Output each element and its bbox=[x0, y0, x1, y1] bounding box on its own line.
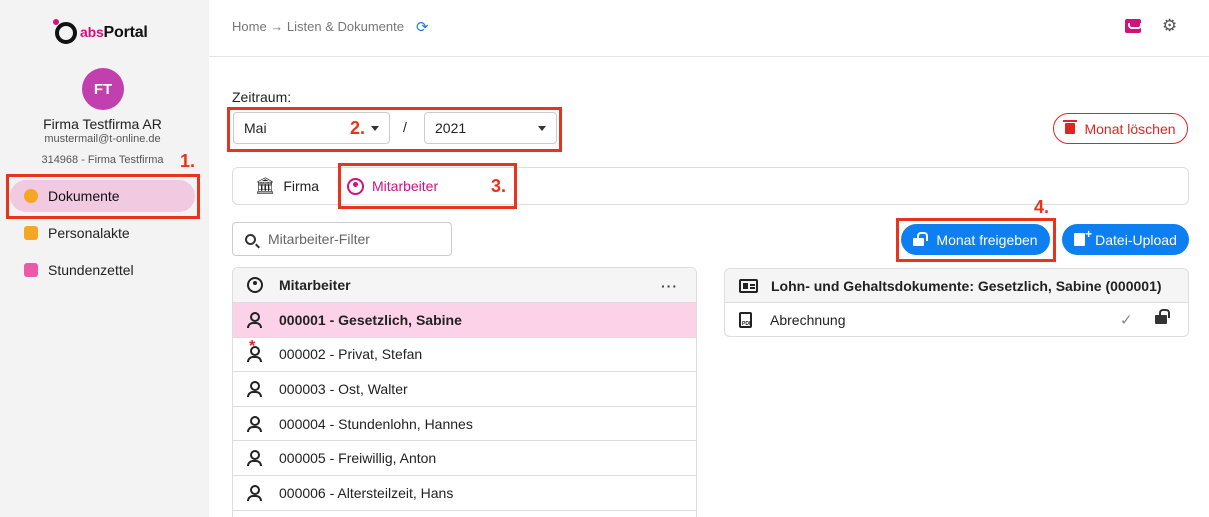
user-email: mustermail@t-online.de bbox=[44, 133, 161, 145]
search-icon bbox=[245, 233, 256, 245]
annotation-step-2: 2. bbox=[350, 118, 366, 138]
employee-name: 000005 - Freiwillig, Anton bbox=[279, 450, 437, 467]
table-row[interactable]: 000006 - Altersteilzeit, Hans bbox=[233, 476, 696, 511]
employee-name: 000001 - Gesetzlich, Sabine bbox=[279, 311, 462, 328]
tab-label: Firma bbox=[283, 178, 320, 194]
annotation-step-4: 4. bbox=[1034, 197, 1050, 217]
release-month-label: Monat freigeben bbox=[936, 231, 1038, 248]
year-value: 2021 bbox=[435, 120, 467, 136]
filter-placeholder: Mitarbeiter-Filter bbox=[268, 231, 370, 247]
company-name: Firma Testfirma AR bbox=[43, 116, 162, 132]
logo-text: absPortal bbox=[80, 24, 148, 42]
breadcrumb[interactable]: Home → Listen & Dokumente bbox=[232, 19, 404, 34]
annotation-step-3: 3. bbox=[491, 176, 507, 196]
person-icon: * bbox=[247, 338, 262, 363]
sidebar-item-label: Dokumente bbox=[48, 188, 120, 204]
table-row[interactable]: 000001 - Gesetzlich, Sabine bbox=[233, 303, 696, 338]
documents-panel: Lohn- und Gehaltsdokumente: Gesetzlich, … bbox=[724, 268, 1189, 337]
tab-label: Mitarbeiter bbox=[372, 178, 439, 194]
user-circle-icon bbox=[347, 177, 364, 195]
required-marker-icon: * bbox=[249, 338, 256, 356]
bank-icon: 🏛 bbox=[255, 178, 276, 195]
app-logo[interactable]: absPortal bbox=[53, 19, 148, 46]
employee-list-title: Mitarbeiter bbox=[279, 277, 351, 293]
documents-title: Lohn- und Gehaltsdokumente: Gesetzlich, … bbox=[771, 277, 1162, 294]
sidebar-item-stundenzettel[interactable]: Stundenzettel bbox=[10, 254, 195, 286]
document-row[interactable]: Abrechnung ✓ bbox=[725, 303, 1188, 336]
sidebar-item-dokumente[interactable]: Dokumente bbox=[10, 180, 195, 212]
gear-icon[interactable]: ⚙ bbox=[1162, 16, 1177, 36]
client-id: 314968 - Firma Testfirma bbox=[41, 154, 164, 166]
briefcase-icon bbox=[24, 226, 38, 240]
employee-list: Mitarbeiter ··· 000001 - Gesetzlich, Sab… bbox=[232, 267, 697, 517]
table-row[interactable]: 000005 - Freiwillig, Anton bbox=[233, 441, 696, 476]
documents-header: Lohn- und Gehaltsdokumente: Gesetzlich, … bbox=[725, 269, 1188, 303]
delete-month-button[interactable]: Monat löschen bbox=[1053, 113, 1188, 144]
more-options-icon[interactable]: ··· bbox=[661, 278, 678, 294]
employee-name: 000006 - Altersteilzeit, Hans bbox=[279, 484, 454, 501]
person-icon bbox=[247, 415, 262, 432]
annotation-step-1: 1. bbox=[180, 151, 196, 171]
tab-firma[interactable]: 🏛 Firma bbox=[255, 168, 319, 204]
period-label: Zeitraum: bbox=[232, 89, 292, 105]
logo-portal: Portal bbox=[103, 24, 148, 41]
person-icon bbox=[247, 380, 262, 397]
year-select[interactable]: 2021 bbox=[424, 112, 557, 144]
sidebar: absPortal FT Firma Testfirma AR musterma… bbox=[0, 0, 209, 517]
period-separator: / bbox=[403, 119, 407, 135]
logo-abs: abs bbox=[80, 24, 104, 40]
tab-mitarbeiter[interactable]: Mitarbeiter bbox=[347, 168, 438, 204]
avatar[interactable]: FT bbox=[82, 68, 124, 110]
table-row[interactable]: * 000002 - Privat, Stefan bbox=[233, 338, 696, 373]
table-row[interactable]: 000004 - Stundenlohn, Hannes bbox=[233, 407, 696, 442]
table-row[interactable]: 000003 - Ost, Walter bbox=[233, 372, 696, 407]
sidebar-item-label: Personalakte bbox=[48, 225, 130, 241]
chevron-down-icon bbox=[538, 126, 546, 131]
user-circle-icon bbox=[247, 277, 263, 293]
document-name: Abrechnung bbox=[770, 312, 846, 328]
unlock-icon bbox=[913, 231, 929, 246]
file-plus-icon bbox=[1074, 227, 1092, 246]
refresh-icon[interactable]: ⟳ bbox=[416, 18, 429, 36]
mail-icon[interactable] bbox=[1125, 19, 1142, 33]
pdf-file-icon bbox=[739, 312, 752, 328]
person-icon bbox=[247, 484, 262, 501]
unlock-icon[interactable] bbox=[1155, 309, 1170, 324]
month-select[interactable]: Mai bbox=[233, 112, 390, 144]
person-icon bbox=[247, 311, 262, 328]
person-icon bbox=[247, 450, 262, 467]
check-icon[interactable]: ✓ bbox=[1120, 311, 1133, 329]
top-bar: Home → Listen & Dokumente ⟳ ⚙ bbox=[209, 0, 1209, 57]
delete-month-label: Monat löschen bbox=[1084, 120, 1176, 137]
employee-name: 000003 - Ost, Walter bbox=[279, 380, 408, 397]
month-value: Mai bbox=[244, 120, 267, 136]
person-icon bbox=[24, 189, 38, 203]
sidebar-item-personalakte[interactable]: Personalakte bbox=[10, 217, 195, 249]
id-card-icon bbox=[739, 278, 758, 293]
chevron-down-icon bbox=[371, 126, 379, 131]
release-month-button[interactable]: Monat freigeben bbox=[901, 224, 1050, 255]
employee-name: 000002 - Privat, Stefan bbox=[279, 346, 423, 363]
employee-name: 000004 - Stundenlohn, Hannes bbox=[279, 415, 473, 432]
trash-icon bbox=[1063, 120, 1078, 134]
upload-label: Datei-Upload bbox=[1095, 231, 1177, 248]
employee-filter-input[interactable]: Mitarbeiter-Filter bbox=[232, 222, 452, 256]
logo-icon bbox=[53, 19, 77, 44]
calendar-icon bbox=[24, 263, 38, 277]
employee-list-header: Mitarbeiter ··· bbox=[233, 268, 696, 303]
sidebar-item-label: Stundenzettel bbox=[48, 262, 134, 278]
upload-button[interactable]: Datei-Upload bbox=[1062, 224, 1189, 255]
